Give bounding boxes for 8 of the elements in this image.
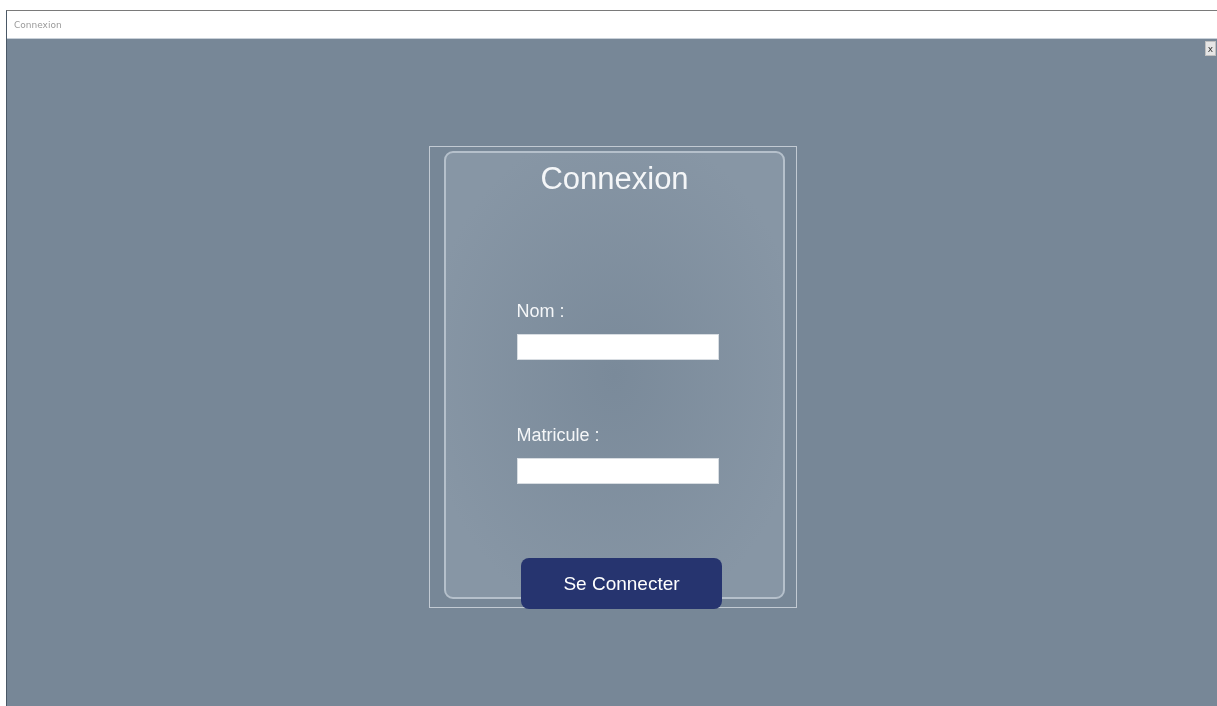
connect-button[interactable]: Se Connecter <box>521 558 722 609</box>
field-label: Matricule : <box>516 425 601 446</box>
window-title: Connexion <box>14 19 62 30</box>
field-label: Nom : <box>516 301 566 322</box>
input-field[interactable] <box>516 458 719 484</box>
close-button[interactable]: x <box>1205 41 1216 56</box>
form-title: Connexion <box>540 161 689 197</box>
input-field[interactable] <box>516 334 719 360</box>
